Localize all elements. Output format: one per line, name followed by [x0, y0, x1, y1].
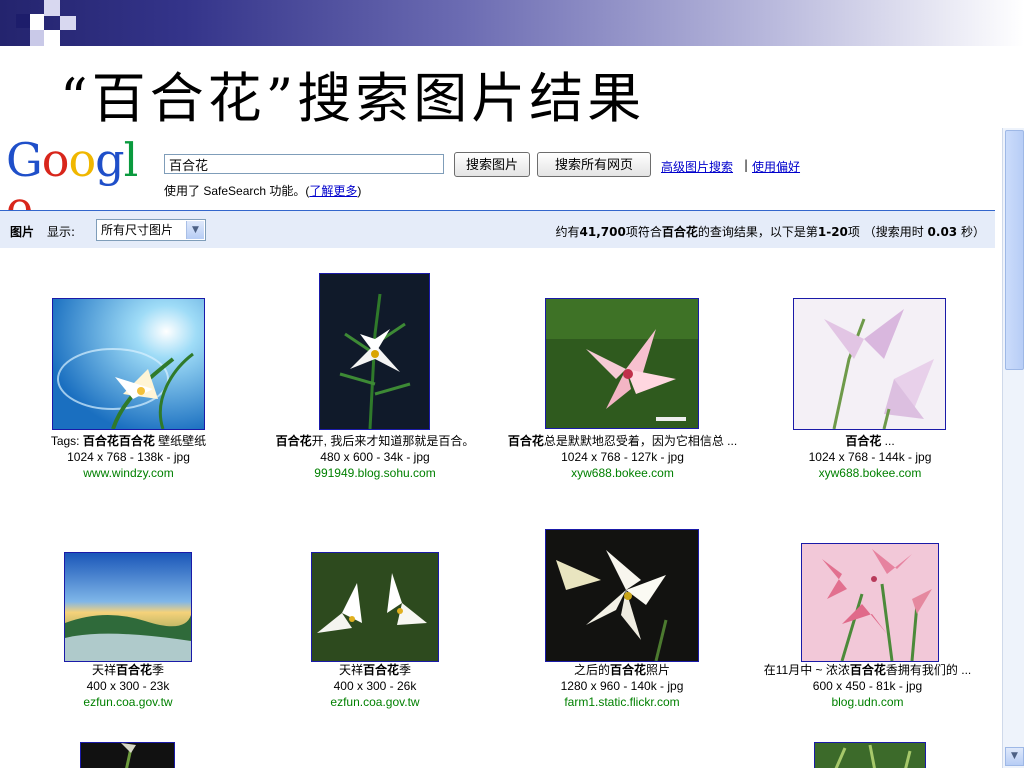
result-caption: 之后的百合花照片 1280 x 960 - 140k - jpg farm1.s… — [522, 662, 722, 710]
result-caption: 在11月中 ~ 浓浓百合花香拥有我们的 ... 600 x 450 - 81k … — [740, 662, 995, 710]
size-select-value: 所有尺寸图片 — [101, 223, 174, 237]
image-size-select[interactable]: 所有尺寸图片 ▼ — [96, 219, 206, 241]
result-title[interactable]: 之后的百合花照片 — [522, 662, 722, 678]
decor-square — [30, 14, 44, 30]
stats-query: 百合花 — [661, 225, 698, 239]
show-label: 显示: — [47, 225, 76, 239]
result-site[interactable]: www.windzy.com — [22, 465, 235, 481]
result-site[interactable]: xyw688.bokee.com — [505, 465, 740, 481]
safesearch-text-end: ) — [357, 184, 362, 198]
scrollbar-thumb[interactable] — [1005, 130, 1024, 370]
result-meta: 1280 x 960 - 140k - jpg — [560, 679, 684, 693]
result-caption: 百合花 ... 1024 x 768 - 144k - jpg xyw688.b… — [770, 433, 970, 481]
result-site[interactable]: ezfun.coa.gov.tw — [38, 694, 218, 710]
result-title[interactable]: Tags: 百合花百合花 壁纸壁纸 — [22, 433, 235, 449]
logo-letter: o — [68, 133, 96, 187]
decor-square — [44, 30, 60, 46]
result-thumbnail[interactable] — [52, 298, 205, 430]
result-thumbnail[interactable] — [814, 742, 926, 768]
google-logo[interactable]: Google — [6, 133, 156, 232]
scroll-down-arrow-icon[interactable]: ▼ — [1005, 747, 1024, 766]
advanced-image-search-link[interactable]: 高级图片搜索 — [661, 158, 733, 175]
logo-letter: G — [6, 133, 43, 187]
result-title[interactable]: 百合花总是默默地忍受着，因为它相信总 ... — [505, 433, 740, 449]
result-thumbnail[interactable] — [801, 543, 939, 662]
result-thumbnail[interactable] — [64, 552, 192, 662]
stats-range: 1-20 — [817, 225, 848, 239]
stats-text: 的查询结果，以下是第 — [697, 225, 818, 239]
decor-square — [60, 16, 76, 30]
result-site[interactable]: xyw688.bokee.com — [770, 465, 970, 481]
result-site[interactable]: ezfun.coa.gov.tw — [285, 694, 465, 710]
result-thumbnail[interactable] — [545, 298, 699, 429]
decor-square — [44, 0, 60, 16]
results-bar: 图片 显示: 所有尺寸图片 ▼ 约有41,700项符合百合花的查询结果，以下是第… — [0, 210, 995, 248]
decor-square — [16, 14, 30, 28]
logo-letter: l — [123, 133, 139, 187]
result-meta: 400 x 300 - 23k — [86, 679, 170, 693]
result-thumbnail[interactable] — [545, 529, 699, 662]
result-meta: 1024 x 768 - 127k - jpg — [561, 450, 684, 464]
result-site[interactable]: 991949.blog.sohu.com — [255, 465, 495, 481]
safesearch-notice: 使用了 SafeSearch 功能。(了解更多) — [164, 182, 361, 199]
stats-text: 项 （搜索用时 — [847, 225, 924, 239]
results-label: 图片 — [10, 225, 35, 239]
result-title[interactable]: 百合花 ... — [770, 433, 970, 449]
search-all-web-button[interactable]: 搜索所有网页 — [537, 152, 651, 177]
result-caption: 百合花总是默默地忍受着，因为它相信总 ... 1024 x 768 - 127k… — [505, 433, 740, 481]
slide-header-bar — [0, 0, 1024, 46]
link-separator: | — [744, 158, 749, 172]
result-title[interactable]: 天祥百合花季 — [38, 662, 218, 678]
decor-square — [30, 30, 44, 46]
stats-text: 项符合 — [625, 225, 662, 239]
chevron-down-icon[interactable]: ▼ — [186, 221, 204, 239]
result-caption: 天祥百合花季 400 x 300 - 26k ezfun.coa.gov.tw — [285, 662, 465, 710]
result-title[interactable]: 天祥百合花季 — [285, 662, 465, 678]
result-site[interactable]: farm1.static.flickr.com — [522, 694, 722, 710]
result-caption: 百合花开, 我后来才知道那就是百合。 480 x 600 - 34k - jpg… — [255, 433, 495, 481]
result-site[interactable]: blog.udn.com — [740, 694, 995, 710]
search-images-button[interactable]: 搜索图片 — [454, 152, 530, 177]
slide-title: “百合花”搜索图片结果 — [60, 67, 646, 130]
result-thumbnail[interactable] — [319, 273, 430, 430]
result-meta: 1024 x 768 - 138k - jpg — [67, 450, 190, 464]
result-meta: 600 x 450 - 81k - jpg — [812, 679, 923, 693]
result-thumbnail[interactable] — [311, 552, 439, 662]
safesearch-text: 使用了 SafeSearch 功能。( — [164, 184, 310, 198]
logo-letter: g — [95, 133, 124, 187]
vertical-scrollbar[interactable]: ▼ — [1002, 128, 1024, 768]
result-thumbnail[interactable] — [80, 742, 175, 768]
search-input[interactable] — [164, 154, 444, 174]
stats-text: 约有 — [555, 225, 580, 239]
results-stats: 约有41,700项符合百合花的查询结果，以下是第1-20项 （搜索用时 0.03… — [555, 223, 985, 240]
browser-screenshot: Google 搜索图片 搜索所有网页 高级图片搜索 | 使用偏好 使用了 Saf… — [0, 128, 1024, 768]
learn-more-link[interactable]: 了解更多 — [309, 184, 357, 198]
result-meta: 480 x 600 - 34k - jpg — [320, 450, 430, 464]
result-title[interactable]: 在11月中 ~ 浓浓百合花香拥有我们的 ... — [740, 662, 995, 678]
result-title[interactable]: 百合花开, 我后来才知道那就是百合。 — [255, 433, 495, 449]
logo-letter: o — [41, 133, 70, 187]
preferences-link[interactable]: 使用偏好 — [752, 158, 800, 175]
result-caption: 天祥百合花季 400 x 300 - 23k ezfun.coa.gov.tw — [38, 662, 218, 710]
stats-count: 41,700 — [579, 225, 626, 239]
result-meta: 400 x 300 - 26k — [333, 679, 417, 693]
result-meta: 1024 x 768 - 144k - jpg — [808, 450, 932, 464]
stats-time: 0.03 — [927, 225, 958, 239]
stats-text: 秒） — [960, 225, 985, 239]
result-thumbnail[interactable] — [793, 298, 946, 430]
result-caption: Tags: 百合花百合花 壁纸壁纸 1024 x 768 - 138k - jp… — [22, 433, 235, 481]
